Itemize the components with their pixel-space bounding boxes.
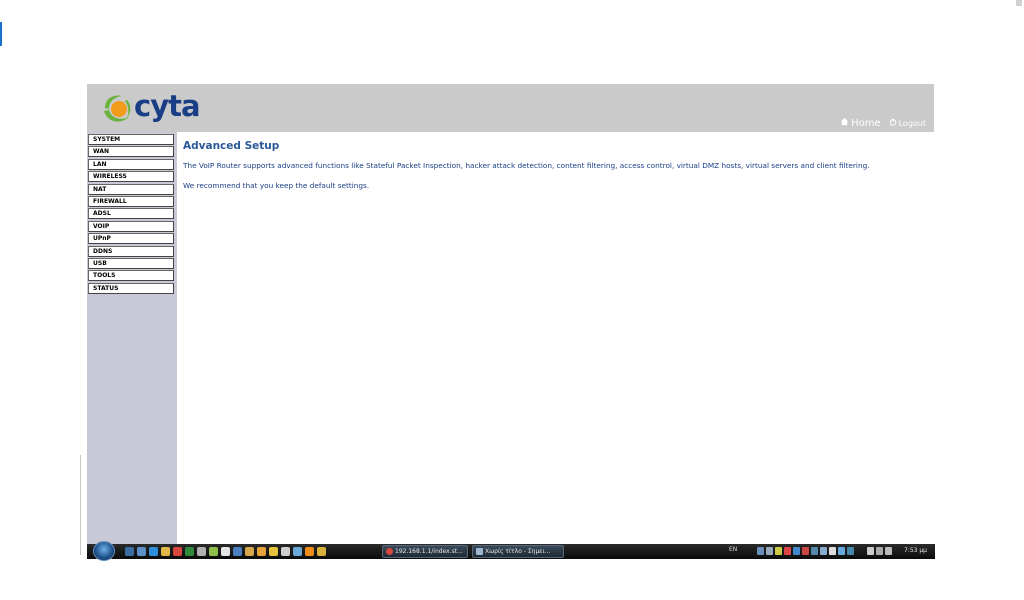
- taskbar-item-notepad[interactable]: Χωρίς τίτλο - Σημει...: [472, 545, 564, 558]
- tray-app-icon[interactable]: [847, 547, 854, 555]
- cyta-globe-icon: [104, 95, 131, 122]
- page-title: Advanced Setup: [183, 140, 280, 152]
- desktop-icon[interactable]: [125, 547, 134, 556]
- tray-app-icon[interactable]: [820, 547, 827, 555]
- tray-app-icon[interactable]: [802, 547, 809, 555]
- calendar-icon[interactable]: [209, 547, 218, 556]
- sidebar: SYSTEM WAN LAN WIRELESS NAT FIREWALL ADS…: [87, 132, 177, 544]
- power-icon: [889, 118, 897, 129]
- network-status-icon[interactable]: [876, 547, 883, 555]
- notepad-icon: [476, 548, 483, 555]
- logout-link[interactable]: Logout: [889, 118, 926, 129]
- tray-app-icon[interactable]: [829, 547, 836, 555]
- quick-launch-bar: [125, 547, 326, 556]
- recommendation-text: We recommend that you keep the default s…: [183, 181, 370, 190]
- action-center-icon[interactable]: [867, 547, 874, 555]
- sidebar-item-nat[interactable]: NAT: [88, 183, 174, 195]
- media-icon[interactable]: [257, 547, 266, 556]
- header-bar: cyta Home Logout: [87, 84, 934, 132]
- header-links: Home Logout: [840, 117, 926, 129]
- screen: cyta Home Logout SYSTEM WAN LAN WIRELESS…: [0, 0, 1024, 600]
- sidebar-item-firewall[interactable]: FIREWALL: [88, 195, 174, 207]
- taskbar-item-label: Χωρίς τίτλο - Σημει...: [485, 548, 551, 555]
- house-icon: [840, 117, 849, 129]
- description-text: The VoIP Router supports advanced functi…: [183, 161, 870, 170]
- folder-icon[interactable]: [161, 547, 170, 556]
- tray-app-icon[interactable]: [784, 547, 791, 555]
- chrome-icon[interactable]: [173, 547, 182, 556]
- tray-app-icon[interactable]: [775, 547, 782, 555]
- sidebar-item-wireless[interactable]: WIRELESS: [88, 171, 174, 183]
- sidebar-item-upnp[interactable]: UPnP: [88, 233, 174, 245]
- tray-app-icon[interactable]: [766, 547, 773, 555]
- windows-taskbar: 192.168.1.1/index.st... Χωρίς τίτλο - Ση…: [87, 541, 935, 561]
- sidebar-item-tools[interactable]: TOOLS: [88, 270, 174, 282]
- sidebar-item-ddns[interactable]: DDNS: [88, 245, 174, 257]
- tool-icon[interactable]: [197, 547, 206, 556]
- share-icon[interactable]: [293, 547, 302, 556]
- image-icon[interactable]: [245, 547, 254, 556]
- taskbar-item-browser[interactable]: 192.168.1.1/index.st...: [382, 545, 468, 558]
- sidebar-nav: SYSTEM WAN LAN WIRELESS NAT FIREWALL ADS…: [87, 132, 177, 294]
- sidebar-item-adsl[interactable]: ADSL: [88, 208, 174, 220]
- network-icon[interactable]: [233, 547, 242, 556]
- tray-app-icon[interactable]: [838, 547, 845, 555]
- sidebar-item-wan[interactable]: WAN: [88, 146, 174, 158]
- chrome-icon: [386, 548, 393, 555]
- archive-icon[interactable]: [317, 547, 326, 556]
- player-icon[interactable]: [281, 547, 290, 556]
- taskbar-item-label: 192.168.1.1/index.st...: [395, 548, 463, 555]
- tray-app-icon[interactable]: [793, 547, 800, 555]
- sidebar-item-lan[interactable]: LAN: [88, 158, 174, 170]
- logo-wordmark: cyta: [134, 89, 201, 123]
- tray-app-icon[interactable]: [811, 547, 818, 555]
- taskbar-clock[interactable]: 7:53 μμ: [904, 547, 927, 554]
- tray-app-icon[interactable]: [757, 547, 764, 555]
- clock-icon[interactable]: [221, 547, 230, 556]
- logout-label: Logout: [898, 118, 926, 128]
- router-admin-page: cyta Home Logout SYSTEM WAN LAN WIRELESS…: [87, 84, 934, 544]
- start-button[interactable]: [93, 541, 115, 561]
- sidebar-item-status[interactable]: STATUS: [88, 282, 174, 294]
- sidebar-item-usb[interactable]: USB: [88, 257, 174, 269]
- vlc-icon[interactable]: [305, 547, 314, 556]
- sidebar-item-voip[interactable]: VOIP: [88, 220, 174, 232]
- language-indicator[interactable]: EN: [729, 546, 737, 553]
- sidebar-item-system[interactable]: SYSTEM: [88, 134, 174, 145]
- main-content: Advanced Setup The VoIP Router supports …: [183, 140, 933, 201]
- window-edge-line: [80, 455, 81, 555]
- window-switch-icon[interactable]: [137, 547, 146, 556]
- edge-indicator: [0, 22, 2, 46]
- home-label: Home: [851, 117, 881, 129]
- ie-icon[interactable]: [149, 547, 158, 556]
- edge-marker: [1016, 0, 1022, 6]
- system-tray: [757, 547, 854, 555]
- volume-icon[interactable]: [885, 547, 892, 555]
- excel-icon[interactable]: [185, 547, 194, 556]
- home-link[interactable]: Home: [840, 117, 881, 129]
- cyta-logo: cyta: [100, 89, 201, 129]
- disc-icon[interactable]: [269, 547, 278, 556]
- system-tray-status: [867, 547, 892, 555]
